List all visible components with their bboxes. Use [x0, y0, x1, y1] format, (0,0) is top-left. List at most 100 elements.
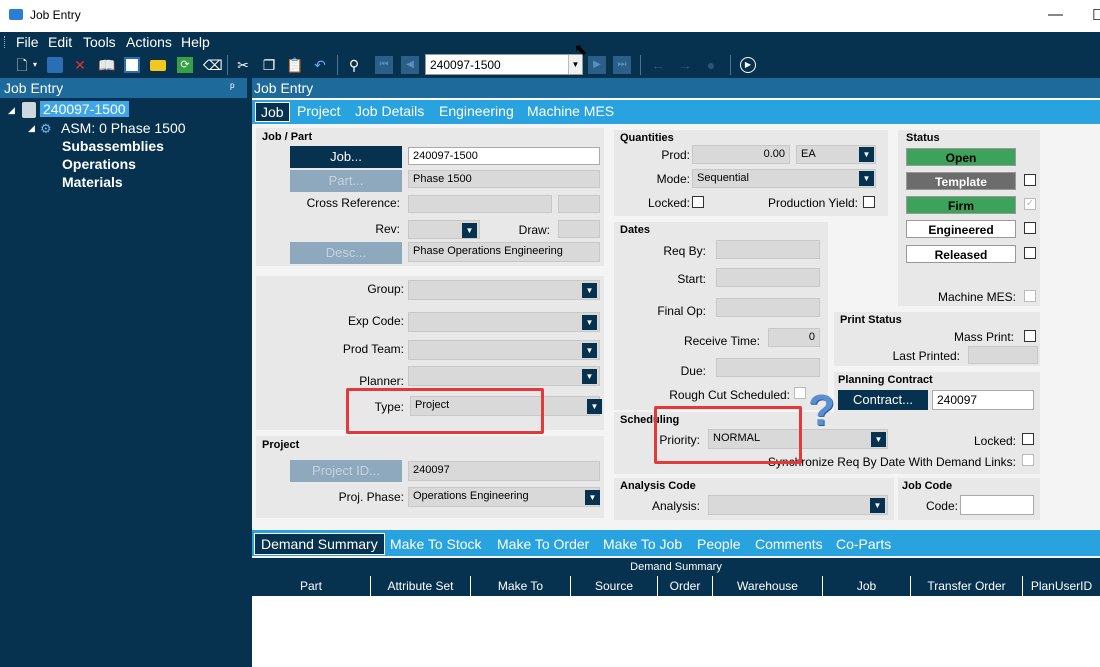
column-header-order[interactable]: Order — [658, 576, 713, 596]
released-status-button[interactable]: Released — [906, 245, 1016, 263]
column-header-warehouse[interactable]: Warehouse — [713, 576, 823, 596]
back-icon: ← — [651, 57, 665, 73]
tab-job[interactable]: Job — [255, 102, 290, 122]
pin-icon[interactable]: ᵖ — [230, 80, 235, 94]
folder-icon[interactable] — [150, 60, 166, 71]
locked-checkbox[interactable] — [692, 196, 704, 208]
job-number-combo[interactable]: 240097-1500 ▼ — [425, 54, 583, 75]
tree-node-materials[interactable]: Materials — [62, 174, 123, 190]
column-header-source[interactable]: Source — [571, 576, 658, 596]
tab-job-details[interactable]: Job Details — [355, 103, 424, 119]
binoculars-icon[interactable]: ⚲ — [346, 57, 362, 73]
tab-make-to-stock[interactable]: Make To Stock — [390, 536, 482, 552]
open-status-button[interactable]: Open — [906, 148, 1016, 166]
chevron-down-icon[interactable]: ▼ — [582, 369, 597, 384]
chevron-down-icon[interactable]: ▼ — [859, 147, 874, 162]
job-button[interactable]: Job... — [290, 146, 402, 168]
column-header-job[interactable]: Job — [823, 576, 911, 596]
rough-cut-scheduled-label: Rough Cut Scheduled: — [669, 388, 790, 402]
menu-file[interactable]: File — [16, 34, 39, 50]
tab-machine-mes[interactable]: Machine MES — [527, 103, 614, 119]
grid-icon[interactable] — [124, 57, 140, 73]
column-header-make-to[interactable]: Make To — [471, 576, 571, 596]
contract-field[interactable]: 240097 — [932, 390, 1034, 410]
firm-status-button[interactable]: Firm — [906, 196, 1016, 214]
chevron-down-icon[interactable]: ▼ — [859, 171, 874, 186]
tree-node-operations[interactable]: Operations — [62, 156, 136, 172]
tab-demand-summary[interactable]: Demand Summary — [254, 533, 385, 555]
prod-team-combo[interactable]: ▼ — [408, 340, 600, 360]
menu-actions[interactable]: Actions — [126, 34, 172, 50]
refresh-icon[interactable]: ⟳ — [177, 57, 193, 73]
copy-icon[interactable]: ❐ — [261, 57, 277, 73]
chevron-down-icon[interactable]: ▼ — [587, 399, 602, 414]
save-icon[interactable] — [47, 57, 63, 73]
production-yield-checkbox[interactable] — [863, 196, 875, 208]
job-field[interactable]: 240097-1500 — [408, 147, 600, 165]
contract-button[interactable]: Contract... — [838, 390, 928, 410]
template-status-button[interactable]: Template — [906, 172, 1016, 190]
play-icon[interactable]: ▶ — [740, 57, 756, 73]
previous-record-icon[interactable]: ◀ — [401, 56, 419, 74]
undo-icon[interactable]: ↶ — [312, 57, 328, 73]
cut-icon[interactable]: ✂ — [235, 57, 251, 73]
tab-people[interactable]: People — [697, 536, 741, 552]
expand-icon[interactable]: ◢ — [28, 123, 35, 134]
code-field[interactable] — [960, 495, 1034, 515]
column-header-part[interactable]: Part — [252, 576, 371, 596]
engineered-status-button[interactable]: Engineered — [906, 220, 1016, 238]
chevron-down-icon[interactable]: ▼ — [462, 223, 477, 238]
column-header-attribute-set[interactable]: Attribute Set — [371, 576, 471, 596]
quantities-group: Quantities Prod: 0.00 EA ▼ Mode: Sequent… — [614, 130, 888, 216]
rev-combo[interactable]: ▼ — [408, 220, 480, 239]
mode-combo[interactable]: Sequential — [692, 169, 876, 188]
menu-edit[interactable]: Edit — [48, 34, 72, 50]
delete-icon[interactable]: ✕ — [72, 57, 88, 73]
released-checkbox[interactable] — [1024, 247, 1036, 259]
mode-label: Mode: — [656, 172, 690, 186]
new-icon[interactable]: 🗋 — [14, 57, 30, 73]
chevron-down-icon[interactable]: ▼ — [585, 490, 600, 505]
column-header-transfer-order[interactable]: Transfer Order — [911, 576, 1023, 596]
minimize-icon[interactable]: — — [1048, 6, 1063, 23]
project-phase-label: Proj. Phase: — [338, 490, 404, 504]
tab-comments[interactable]: Comments — [755, 536, 823, 552]
analysis-combo[interactable]: ▼ — [708, 495, 888, 515]
project-phase-combo[interactable]: Operations Engineering — [408, 487, 600, 507]
mass-print-checkbox[interactable] — [1024, 330, 1036, 342]
planner-combo[interactable]: ▼ — [408, 366, 600, 386]
chevron-down-icon[interactable]: ▼ — [582, 283, 597, 298]
tab-project[interactable]: Project — [297, 103, 341, 119]
tree-node-job[interactable]: 240097-1500 — [40, 101, 129, 117]
group-combo[interactable]: ▼ — [408, 280, 600, 300]
book-icon[interactable]: 📖 — [98, 57, 115, 73]
maximize-icon[interactable]: ☐ — [1092, 6, 1100, 24]
paste-icon[interactable]: 📋 — [286, 57, 303, 73]
next-record-icon[interactable]: ▶ — [588, 56, 606, 74]
first-record-icon[interactable]: ⏮ — [375, 56, 393, 74]
scheduling-locked-checkbox[interactable] — [1022, 433, 1034, 445]
chevron-down-icon[interactable]: ▼ — [871, 432, 886, 447]
chevron-down-icon[interactable]: ▼ — [870, 498, 885, 513]
chevron-down-icon[interactable]: ▼ — [582, 315, 597, 330]
prod-label: Prod: — [661, 148, 690, 162]
menu-tools[interactable]: Tools — [83, 34, 116, 50]
last-record-icon[interactable]: ⏭ — [613, 56, 631, 74]
menu-help[interactable]: Help — [181, 34, 210, 50]
quantities-title: Quantities — [620, 132, 674, 144]
column-header-plan-user-id[interactable]: PlanUserID — [1023, 576, 1100, 596]
tab-make-to-job[interactable]: Make To Job — [603, 536, 682, 552]
tab-co-parts[interactable]: Co-Parts — [836, 536, 891, 552]
chevron-down-icon[interactable]: ▼ — [582, 343, 597, 358]
engineered-checkbox[interactable] — [1024, 222, 1036, 234]
new-dropdown-icon[interactable]: ▾ — [31, 57, 39, 73]
tree-node-assembly[interactable]: ASM: 0 Phase 1500 — [61, 120, 186, 136]
expand-icon[interactable]: ◢ — [8, 105, 15, 116]
tree-node-subassemblies[interactable]: Subassemblies — [62, 138, 164, 154]
tab-make-to-order[interactable]: Make To Order — [497, 536, 589, 552]
exp-code-combo[interactable]: ▼ — [408, 312, 600, 332]
eraser-icon[interactable]: ⌫ — [203, 57, 223, 73]
tab-engineering[interactable]: Engineering — [439, 103, 514, 119]
template-checkbox[interactable] — [1024, 174, 1036, 186]
job-icon — [22, 102, 36, 118]
